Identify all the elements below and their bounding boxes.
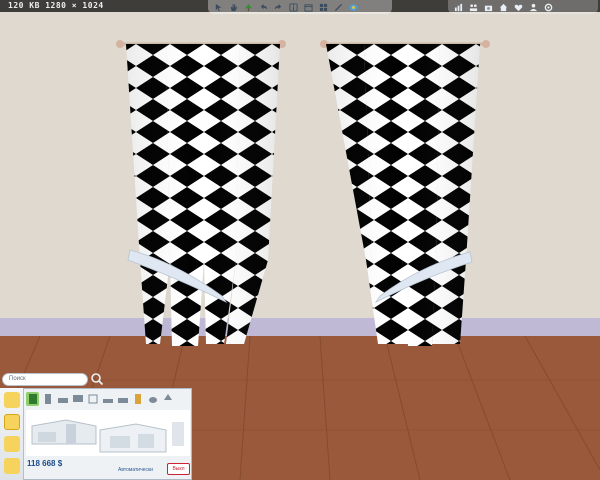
house-icon[interactable] <box>499 3 508 12</box>
tab-book-icon[interactable] <box>26 392 39 406</box>
room-preview-image[interactable] <box>26 410 190 456</box>
chair-mode-icon[interactable] <box>4 436 20 452</box>
toggle-off-button[interactable]: Выкл <box>167 463 190 475</box>
catalog-panel: 118 668 $ Автоматически Выкл <box>24 388 192 480</box>
lamp-mode-icon[interactable] <box>4 458 20 474</box>
tab-plant-icon[interactable] <box>161 392 174 406</box>
paint-icon[interactable] <box>349 3 358 12</box>
redo-icon[interactable] <box>274 3 283 12</box>
person-icon[interactable] <box>529 3 538 12</box>
camera-icon[interactable] <box>484 3 493 12</box>
wall <box>0 0 600 322</box>
auto-mode-label: Автоматически <box>118 467 153 473</box>
tab-shelf-icon[interactable] <box>86 392 99 406</box>
resolution-label: 120 KB 1280 × 1024 <box>8 1 104 10</box>
tab-bed-icon[interactable] <box>101 392 114 406</box>
household-funds: 118 668 $ <box>27 459 63 468</box>
room-mode-icon[interactable] <box>4 392 20 408</box>
inventory-icon[interactable] <box>304 3 313 12</box>
heart-icon[interactable] <box>514 3 523 12</box>
build-catalog: Поиск 118 668 $ Автоматически Выкл <box>0 370 192 480</box>
pointer-icon[interactable] <box>214 3 223 12</box>
family-icon[interactable] <box>469 3 478 12</box>
build-toolbar <box>208 0 392 14</box>
grid-icon[interactable] <box>319 3 328 12</box>
settings-icon[interactable] <box>544 3 553 12</box>
object-mode-icon[interactable] <box>4 414 20 430</box>
tree-icon[interactable] <box>244 3 253 12</box>
search-input[interactable]: Поиск <box>2 373 88 386</box>
category-tabs <box>24 389 192 409</box>
search-icon[interactable] <box>90 372 104 386</box>
tab-storage-icon[interactable] <box>131 392 144 406</box>
right-toolbar <box>448 0 598 14</box>
eyedropper-icon[interactable] <box>334 3 343 12</box>
tab-sofa-icon[interactable] <box>116 392 129 406</box>
tab-toilet-icon[interactable] <box>146 392 159 406</box>
tab-sink-icon[interactable] <box>56 392 69 406</box>
info-icon[interactable] <box>289 2 298 12</box>
undo-icon[interactable] <box>259 3 268 12</box>
chart-icon[interactable] <box>454 3 463 12</box>
baseboard <box>0 318 600 336</box>
tab-tv-icon[interactable] <box>71 392 84 406</box>
tab-wardrobe-icon[interactable] <box>41 392 54 406</box>
catalog-mode-rail <box>0 388 24 480</box>
hand-icon[interactable] <box>229 3 238 12</box>
